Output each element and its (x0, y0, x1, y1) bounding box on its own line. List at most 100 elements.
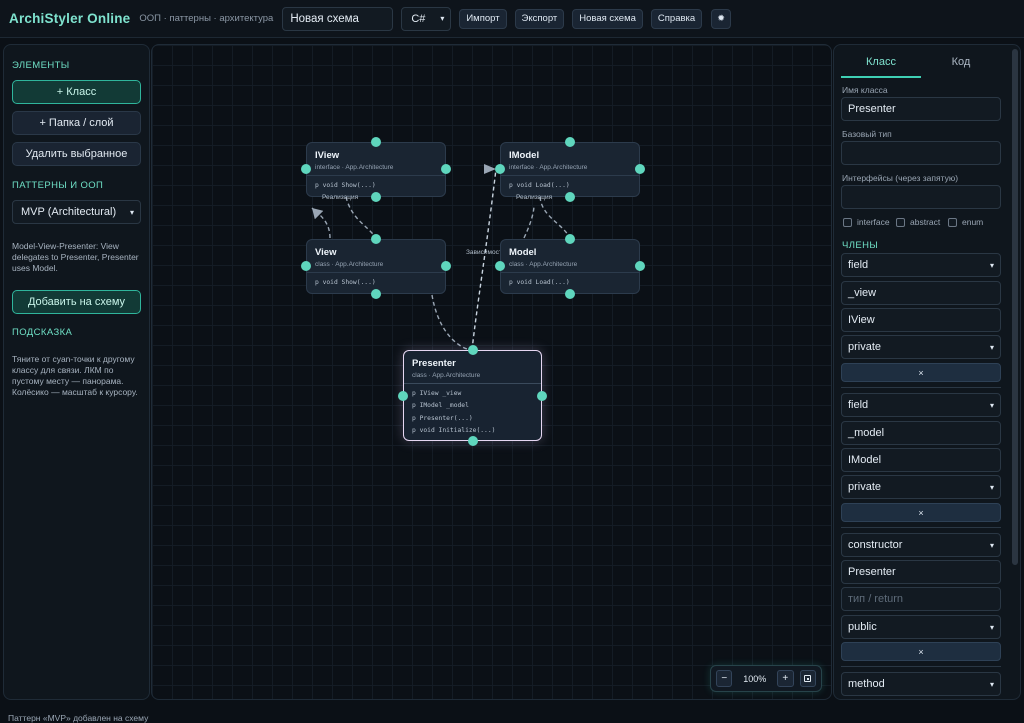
connection-port[interactable] (371, 289, 381, 299)
node-member: p Presenter(...) (412, 414, 473, 422)
panel-scrollbar[interactable] (1012, 49, 1018, 565)
pattern-description: Model-View-Presenter: View delegates to … (12, 241, 139, 273)
member-kind-select[interactable]: method ▾ (841, 672, 1001, 696)
connection-port[interactable] (495, 164, 505, 174)
node-subtitle: interface · App.Architecture (315, 164, 394, 171)
node-name: Presenter (412, 358, 456, 369)
class-node-model[interactable]: Model class · App.Architecture p void Lo… (500, 239, 640, 294)
tab-code[interactable]: Код (921, 56, 1001, 78)
class-node-presenter[interactable]: Presenter class · App.Architecture p IVi… (403, 350, 542, 441)
connection-port[interactable] (565, 137, 575, 147)
app-title: ArchiStyler Online (9, 11, 131, 26)
realization-edge-view (311, 207, 331, 239)
interfaces-input[interactable] (841, 185, 1001, 209)
member-kind-select[interactable]: field ▾ (841, 253, 1001, 277)
class-name-input[interactable]: Presenter (841, 97, 1001, 121)
member-access-select[interactable]: private ▾ (841, 335, 1001, 359)
connection-port[interactable] (495, 261, 505, 271)
connection-port[interactable] (565, 234, 575, 244)
language-select[interactable]: C# ▾ (401, 6, 452, 31)
member-type-input[interactable]: тип / return (841, 587, 1001, 611)
connection-port[interactable] (468, 436, 478, 446)
diagram-canvas[interactable]: IView interface · App.Architecture p voi… (151, 44, 832, 700)
zoom-out-button[interactable]: − (716, 670, 733, 687)
node-subtitle: class · App.Architecture (509, 261, 578, 268)
connection-port[interactable] (371, 234, 381, 244)
member-name-input[interactable]: _view (841, 281, 1001, 305)
new-schema-button[interactable]: Новая схема (572, 8, 643, 29)
dependency-edge-presenter-imodel (471, 168, 497, 351)
delete-selected-button[interactable]: Удалить выбранное (12, 142, 141, 166)
connection-port[interactable] (398, 391, 408, 401)
class-node-view[interactable]: View class · App.Architecture p void Sho… (306, 239, 446, 294)
member-kind-select[interactable]: field ▾ (841, 393, 1001, 417)
abstract-checkbox[interactable]: abstract (896, 217, 940, 227)
zoom-in-button[interactable]: + (777, 670, 794, 687)
zoom-controls: − 100% + (710, 665, 822, 692)
connection-port[interactable] (301, 261, 311, 271)
member-type-input[interactable]: IView (841, 308, 1001, 332)
member-type-input[interactable]: IModel (841, 448, 1001, 472)
class-node-imodel[interactable]: IModel interface · App.Architecture p vo… (500, 142, 640, 197)
sun-icon: ✹ (717, 13, 725, 23)
export-button[interactable]: Экспорт (514, 8, 565, 29)
node-member: p void Show(...) (315, 279, 376, 286)
connection-port[interactable] (565, 289, 575, 299)
connection-port[interactable] (635, 164, 645, 174)
theme-toggle-button[interactable]: ✹ (711, 8, 732, 29)
member-access-value: public (848, 621, 877, 633)
import-button[interactable]: Импорт (459, 8, 507, 29)
add-class-button[interactable]: + Класс (12, 80, 141, 104)
delete-member-button[interactable]: × (841, 363, 1001, 382)
connection-port[interactable] (441, 261, 451, 271)
member-access-value: private (848, 481, 882, 493)
chevron-down-icon: ▾ (989, 260, 994, 270)
node-name: View (315, 247, 337, 258)
connection-port[interactable] (441, 164, 451, 174)
add-folder-button[interactable]: + Папка / слой (12, 111, 141, 135)
member-divider (841, 527, 1001, 528)
member-access-value: private (848, 341, 882, 353)
interface-checkbox[interactable]: interface (843, 217, 890, 227)
member-name-input[interactable]: _model (841, 421, 1001, 445)
connection-port[interactable] (635, 261, 645, 271)
panel-tabs: Класс Код (841, 56, 1001, 78)
chevron-down-icon: ▾ (989, 622, 994, 632)
top-bar: ArchiStyler Online ООП · паттерны · архи… (0, 0, 1024, 38)
tab-class[interactable]: Класс (841, 56, 921, 78)
node-subtitle: class · App.Architecture (315, 261, 384, 268)
enum-checkbox[interactable]: enum (948, 217, 983, 227)
add-to-schema-button[interactable]: Добавить на схему (12, 290, 141, 314)
edge-label: Зависимость (466, 249, 500, 256)
delete-member-button[interactable]: × (841, 642, 1001, 661)
schema-name-input[interactable] (282, 6, 394, 31)
connection-port[interactable] (371, 192, 381, 202)
connection-port[interactable] (301, 164, 311, 174)
member-name-input[interactable]: Presenter (841, 560, 1001, 584)
connection-port[interactable] (371, 137, 381, 147)
delete-member-button[interactable]: × (841, 503, 1001, 522)
member-access-select[interactable]: public ▾ (841, 615, 1001, 639)
class-node-iview[interactable]: IView interface · App.Architecture p voi… (306, 142, 446, 197)
chevron-down-icon: ▾ (989, 400, 994, 410)
connection-port[interactable] (537, 391, 547, 401)
member-divider (841, 387, 1001, 388)
base-type-input[interactable] (841, 141, 1001, 165)
node-name: IView (315, 150, 340, 161)
connection-port[interactable] (565, 192, 575, 202)
help-button[interactable]: Справка (650, 8, 703, 29)
connection-port[interactable] (468, 345, 478, 355)
edge-label: Реализация (322, 194, 359, 201)
node-member: p IView _view (412, 390, 462, 397)
member-kind-select[interactable]: constructor ▾ (841, 533, 1001, 557)
base-type-label: Базовый тип (842, 129, 892, 139)
connector-imodel-model (539, 196, 571, 239)
member-kind-value: method (848, 678, 885, 690)
chevron-down-icon: ▾ (440, 14, 445, 23)
member-access-select[interactable]: private ▾ (841, 475, 1001, 499)
connector-iview-view (345, 196, 377, 239)
fit-icon (804, 675, 812, 682)
fit-view-button[interactable] (799, 670, 816, 687)
pattern-select[interactable]: MVP (Architectural) ▾ (12, 200, 141, 224)
left-panel: ЭЛЕМЕНТЫ + Класс + Папка / слой Удалить … (3, 44, 150, 700)
